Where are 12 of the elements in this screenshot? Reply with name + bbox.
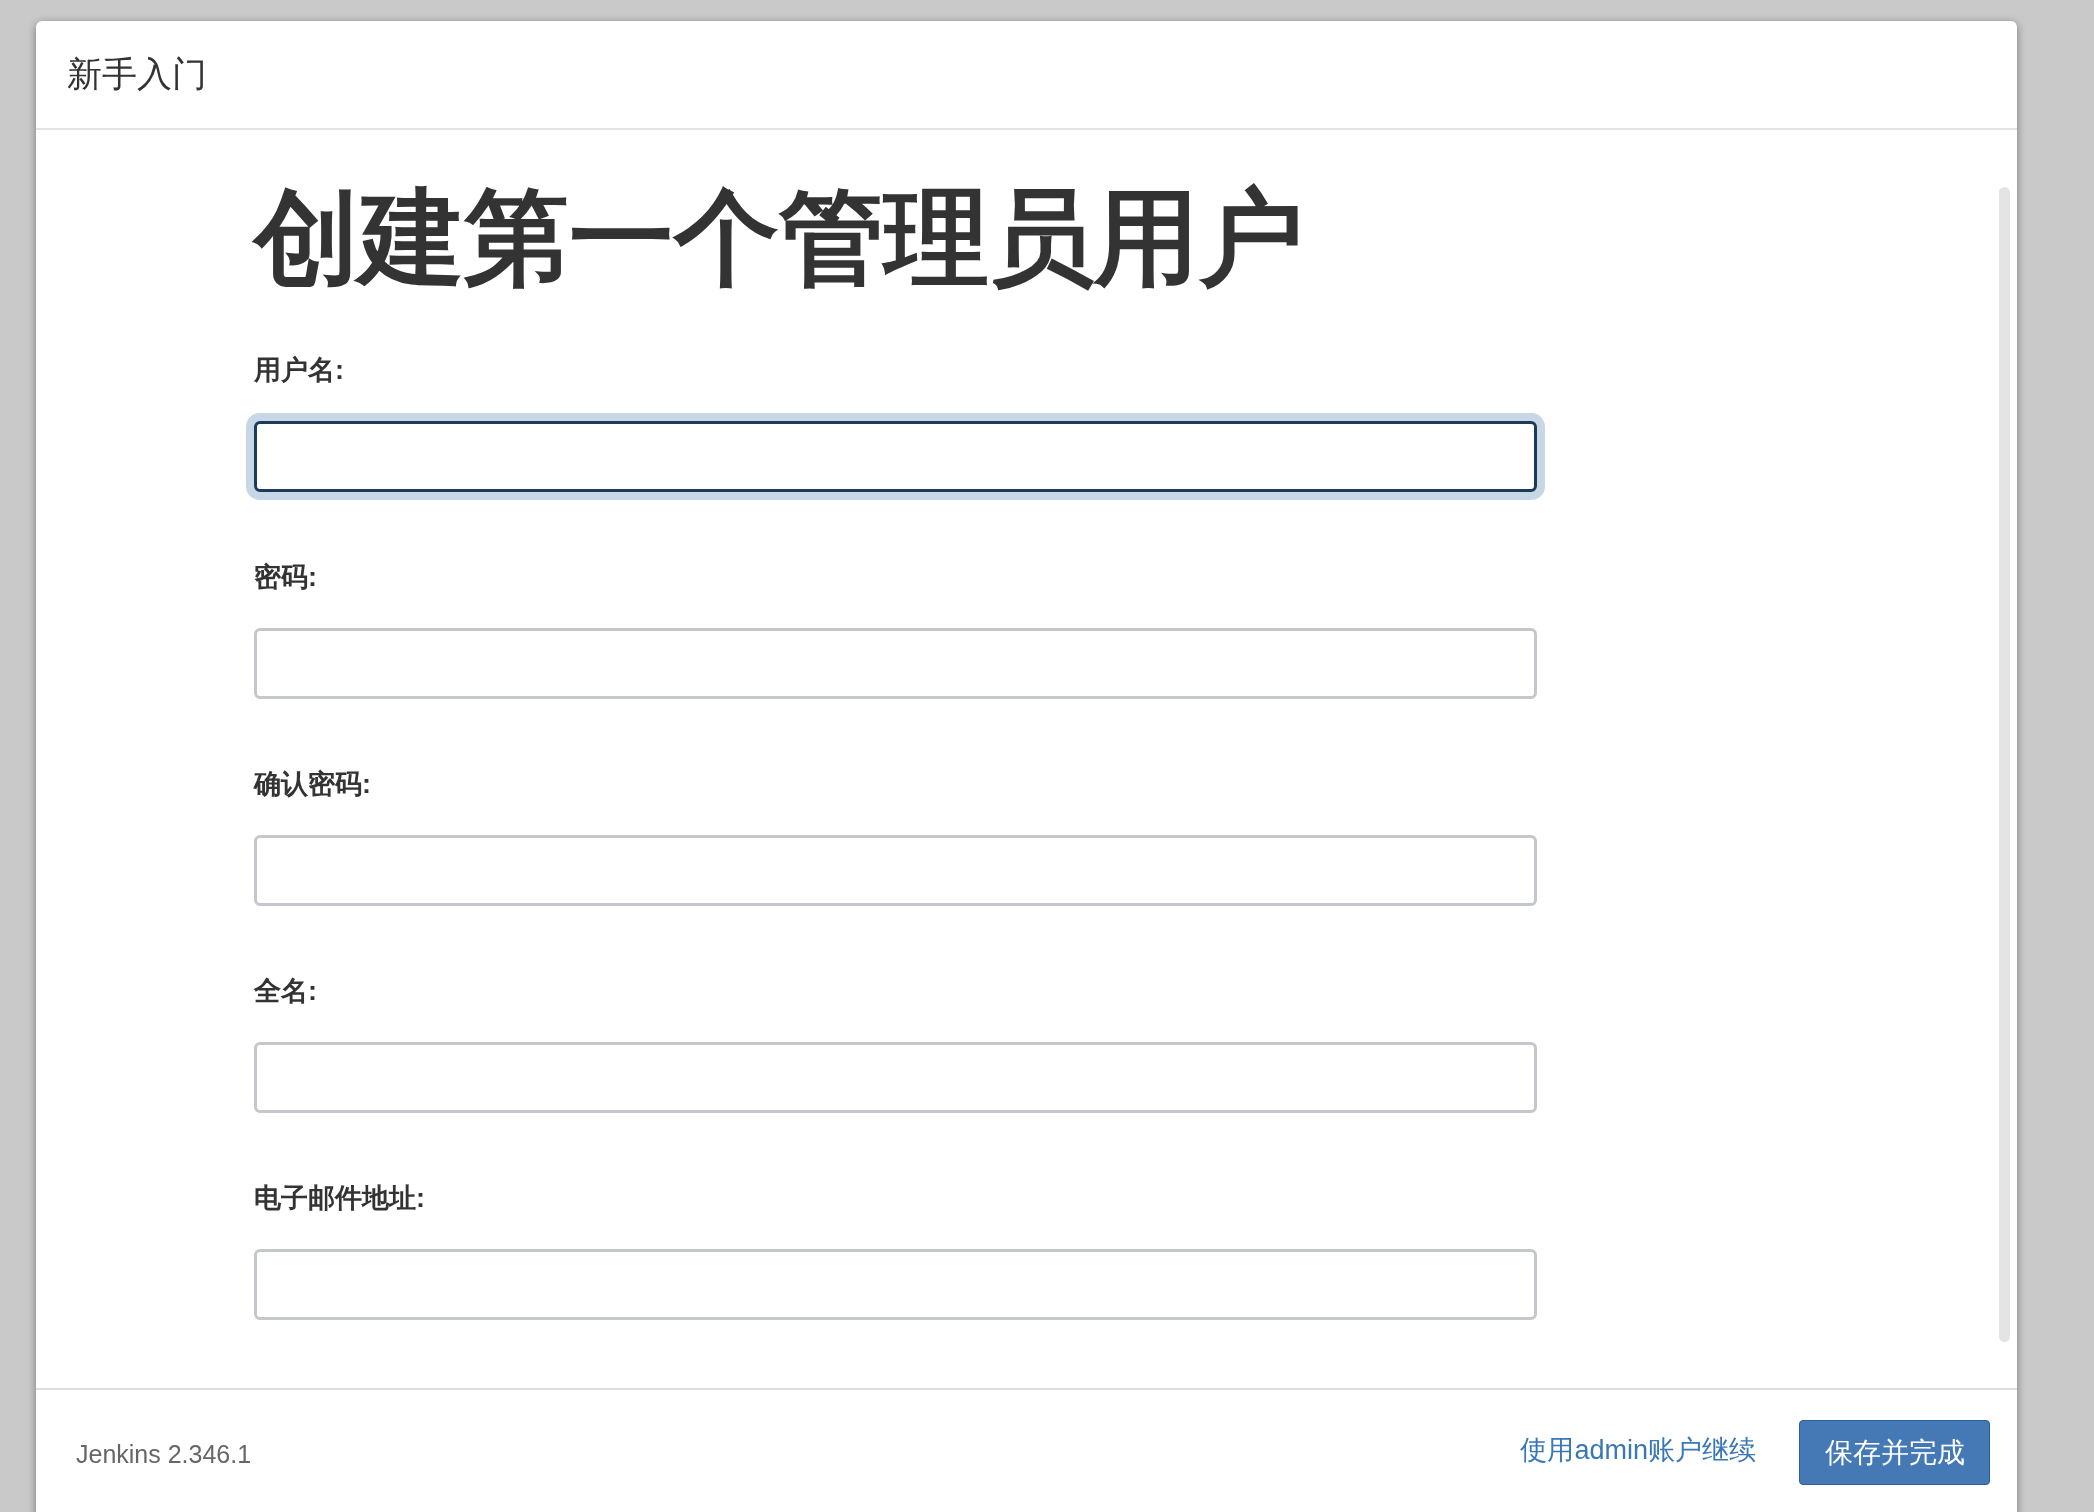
version-text: Jenkins 2.346.1	[76, 1440, 253, 1469]
field-label: 密码:	[254, 561, 318, 594]
field-label: 确认密码:	[254, 768, 372, 801]
continue-as-admin-link[interactable]: 使用admin账户继续	[1520, 1432, 1756, 1468]
input-field[interactable]	[254, 421, 1537, 492]
dialog-title: 新手入门	[67, 53, 207, 95]
field-label: 全名:	[254, 975, 318, 1008]
save-and-finish-button[interactable]: 保存并完成	[1799, 1420, 1990, 1485]
field-label: 电子邮件地址:	[254, 1182, 426, 1215]
field-label: 用户名:	[254, 354, 345, 387]
scrollbar[interactable]	[1999, 187, 2010, 1342]
page-heading: 创建第一个管理员用户	[254, 180, 1305, 295]
